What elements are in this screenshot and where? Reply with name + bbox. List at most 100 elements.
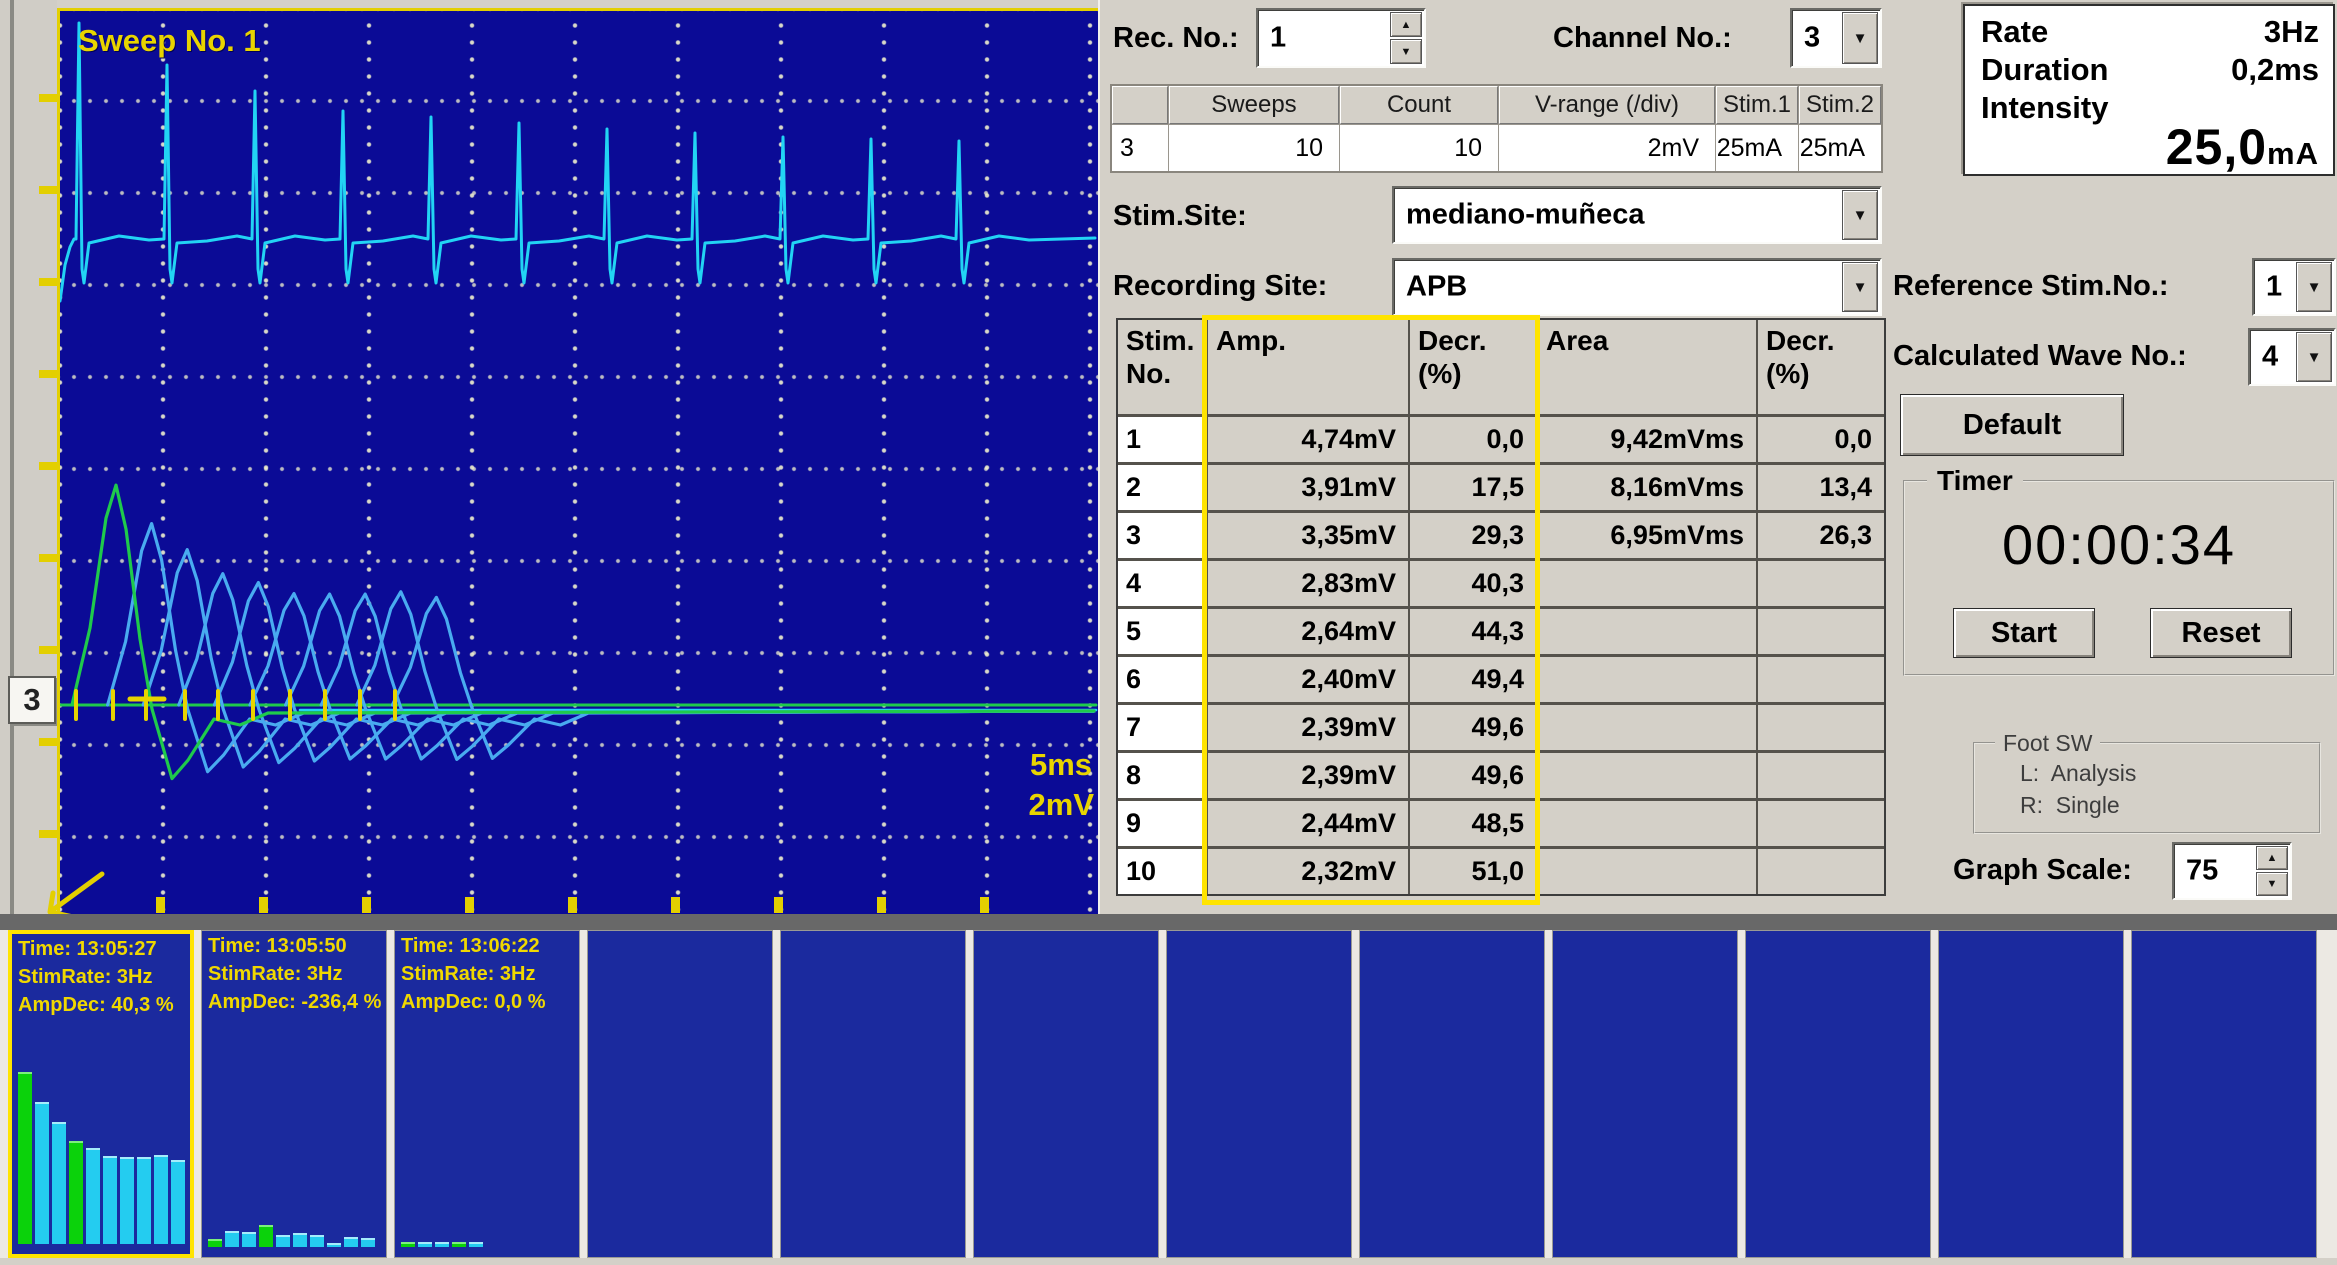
history-panel-4[interactable]	[587, 930, 773, 1258]
sweeps-cell-vrange: 2mV	[1499, 125, 1715, 171]
scope-division-tick	[39, 94, 58, 102]
results-row-number: 3	[1118, 513, 1206, 558]
scope-division-tick	[39, 830, 58, 838]
history-panel-12[interactable]	[2131, 930, 2317, 1258]
stim-site-dropdown-arrow-icon[interactable]: ▼	[1842, 190, 1878, 240]
graph-scale-spin-up-icon[interactable]: ▲	[2256, 846, 2288, 870]
scope-time-tick	[568, 897, 577, 913]
channel-no-dropdown[interactable]: 3 ▼	[1790, 8, 1882, 68]
histogram-bar	[154, 1155, 168, 1244]
scope-division-tick	[39, 186, 58, 194]
rec-no-spin-down-icon[interactable]: ▼	[1390, 39, 1422, 64]
waveform-display[interactable]: Sweep No. 1 5ms 2mV	[57, 8, 1098, 914]
intensity-value: 25,0mA	[2166, 118, 2319, 176]
default-button[interactable]: Default	[1900, 394, 2124, 456]
histogram-bar	[35, 1102, 49, 1244]
histogram-bar	[69, 1141, 83, 1244]
results-cell: 2,83mV	[1208, 561, 1408, 606]
results-cell: 2,32mV	[1208, 849, 1408, 894]
results-row-number: 5	[1118, 609, 1206, 654]
rec-no-spin-up-icon[interactable]: ▲	[1390, 12, 1422, 37]
results-header-decr: Decr.(%)	[1410, 320, 1536, 414]
intensity-label: Intensity	[1981, 90, 2108, 126]
results-row-number: 9	[1118, 801, 1206, 846]
history-panel-text: StimRate: 3Hz	[395, 959, 579, 987]
results-row-number: 8	[1118, 753, 1206, 798]
recording-site-value: APB	[1406, 271, 1467, 304]
histogram-bar	[137, 1157, 151, 1244]
recording-site-dropdown-arrow-icon[interactable]: ▼	[1842, 262, 1878, 312]
results-cell: 49,6	[1410, 705, 1536, 750]
emg-app-window: 3 Sweep No. 1 5ms 2mV Rec. No.: 1 ▲ ▼ Ch…	[0, 0, 2337, 1265]
history-panel-8[interactable]	[1359, 930, 1545, 1258]
results-cell: 0,0	[1410, 417, 1536, 462]
history-strip: Time: 13:05:27StimRate: 3HzAmpDec: 40,3 …	[0, 930, 2337, 1258]
histogram-bar	[259, 1225, 273, 1247]
channel-marker-badge: 3	[8, 676, 56, 724]
window-edge	[10, 0, 14, 914]
strip-divider	[0, 914, 2337, 930]
results-header-amp: Amp.	[1208, 320, 1408, 414]
histogram-bar	[469, 1242, 483, 1247]
recording-site-dropdown[interactable]: APB ▼	[1392, 258, 1882, 316]
results-cell: 9,42mVms	[1538, 417, 1756, 462]
scope-division-tick	[39, 278, 58, 286]
scope-division-tick	[39, 646, 58, 654]
sweeps-header-blank	[1112, 86, 1168, 124]
graph-scale-spin-down-icon[interactable]: ▼	[2256, 872, 2288, 896]
channel-no-value: 3	[1804, 22, 1820, 55]
histogram-bar	[52, 1122, 66, 1244]
histogram-bar	[225, 1231, 239, 1247]
histogram-bar	[310, 1235, 324, 1247]
reference-stim-value: 1	[2266, 271, 2282, 304]
stimulus-info-box: Rate 3Hz Duration 0,2ms Intensity 25,0mA	[1963, 4, 2335, 176]
history-panel-3[interactable]: Time: 13:06:22StimRate: 3HzAmpDec: 0,0 %	[394, 930, 580, 1258]
history-panel-text: StimRate: 3Hz	[12, 962, 190, 990]
reference-stim-dropdown-arrow-icon[interactable]: ▼	[2296, 262, 2332, 312]
results-cell: 3,91mV	[1208, 465, 1408, 510]
timer-reset-button[interactable]: Reset	[2150, 608, 2292, 658]
scope-time-tick	[362, 897, 371, 913]
timer-start-button[interactable]: Start	[1953, 608, 2095, 658]
results-table[interactable]: Stim.No. Amp. Decr.(%) Area Decr.(%) 14,…	[1116, 318, 1886, 896]
history-panel-6[interactable]	[973, 930, 1159, 1258]
histogram-bar	[120, 1157, 134, 1244]
sweeps-table[interactable]: Sweeps Count V-range (/div) Stim.1 Stim.…	[1110, 84, 1883, 173]
history-panel-5[interactable]	[780, 930, 966, 1258]
timer-group-label: Timer	[1927, 465, 2023, 497]
history-panel-9[interactable]	[1552, 930, 1738, 1258]
calculated-wave-dropdown-arrow-icon[interactable]: ▼	[2296, 332, 2332, 382]
scope-time-tick	[259, 897, 268, 913]
history-panel-11[interactable]	[1938, 930, 2124, 1258]
stim-site-dropdown[interactable]: mediano-muñeca ▼	[1392, 186, 1882, 244]
graph-scale-spinner[interactable]: 75 ▲ ▼	[2172, 842, 2292, 900]
history-panel-2[interactable]: Time: 13:05:50StimRate: 3HzAmpDec: -236,…	[201, 930, 387, 1258]
results-cell: 2,39mV	[1208, 705, 1408, 750]
history-panel-1[interactable]: Time: 13:05:27StimRate: 3HzAmpDec: 40,3 …	[8, 930, 194, 1258]
graph-scale-value: 75	[2186, 855, 2218, 888]
history-panel-text: AmpDec: -236,4 %	[202, 987, 386, 1015]
sweeps-header-stim1: Stim.1	[1716, 86, 1798, 124]
channel-no-dropdown-arrow-icon[interactable]: ▼	[1842, 12, 1878, 64]
histogram-bar	[276, 1235, 290, 1247]
results-cell: 49,6	[1410, 753, 1536, 798]
results-cell: 26,3	[1758, 513, 1884, 558]
stim-site-label: Stim.Site:	[1113, 200, 1247, 233]
rec-no-spinner[interactable]: 1 ▲ ▼	[1256, 8, 1426, 68]
results-cell: 8,16mVms	[1538, 465, 1756, 510]
sweeps-cell-count: 10	[1340, 125, 1498, 171]
history-histogram	[401, 1242, 483, 1247]
histogram-bar	[86, 1148, 100, 1244]
reference-stim-dropdown[interactable]: 1 ▼	[2252, 258, 2336, 316]
sweep-number-label: Sweep No. 1	[78, 23, 261, 59]
calculated-wave-dropdown[interactable]: 4 ▼	[2248, 328, 2336, 386]
histogram-bar	[208, 1239, 222, 1247]
history-panel-10[interactable]	[1745, 930, 1931, 1258]
stim-site-value: mediano-muñeca	[1406, 199, 1645, 232]
results-cell	[1538, 849, 1756, 894]
history-panel-7[interactable]	[1166, 930, 1352, 1258]
histogram-bar	[344, 1237, 358, 1247]
results-cell	[1758, 609, 1884, 654]
foot-sw-right: R: Single	[2020, 792, 2120, 819]
graph-scale-label: Graph Scale:	[1953, 854, 2132, 887]
